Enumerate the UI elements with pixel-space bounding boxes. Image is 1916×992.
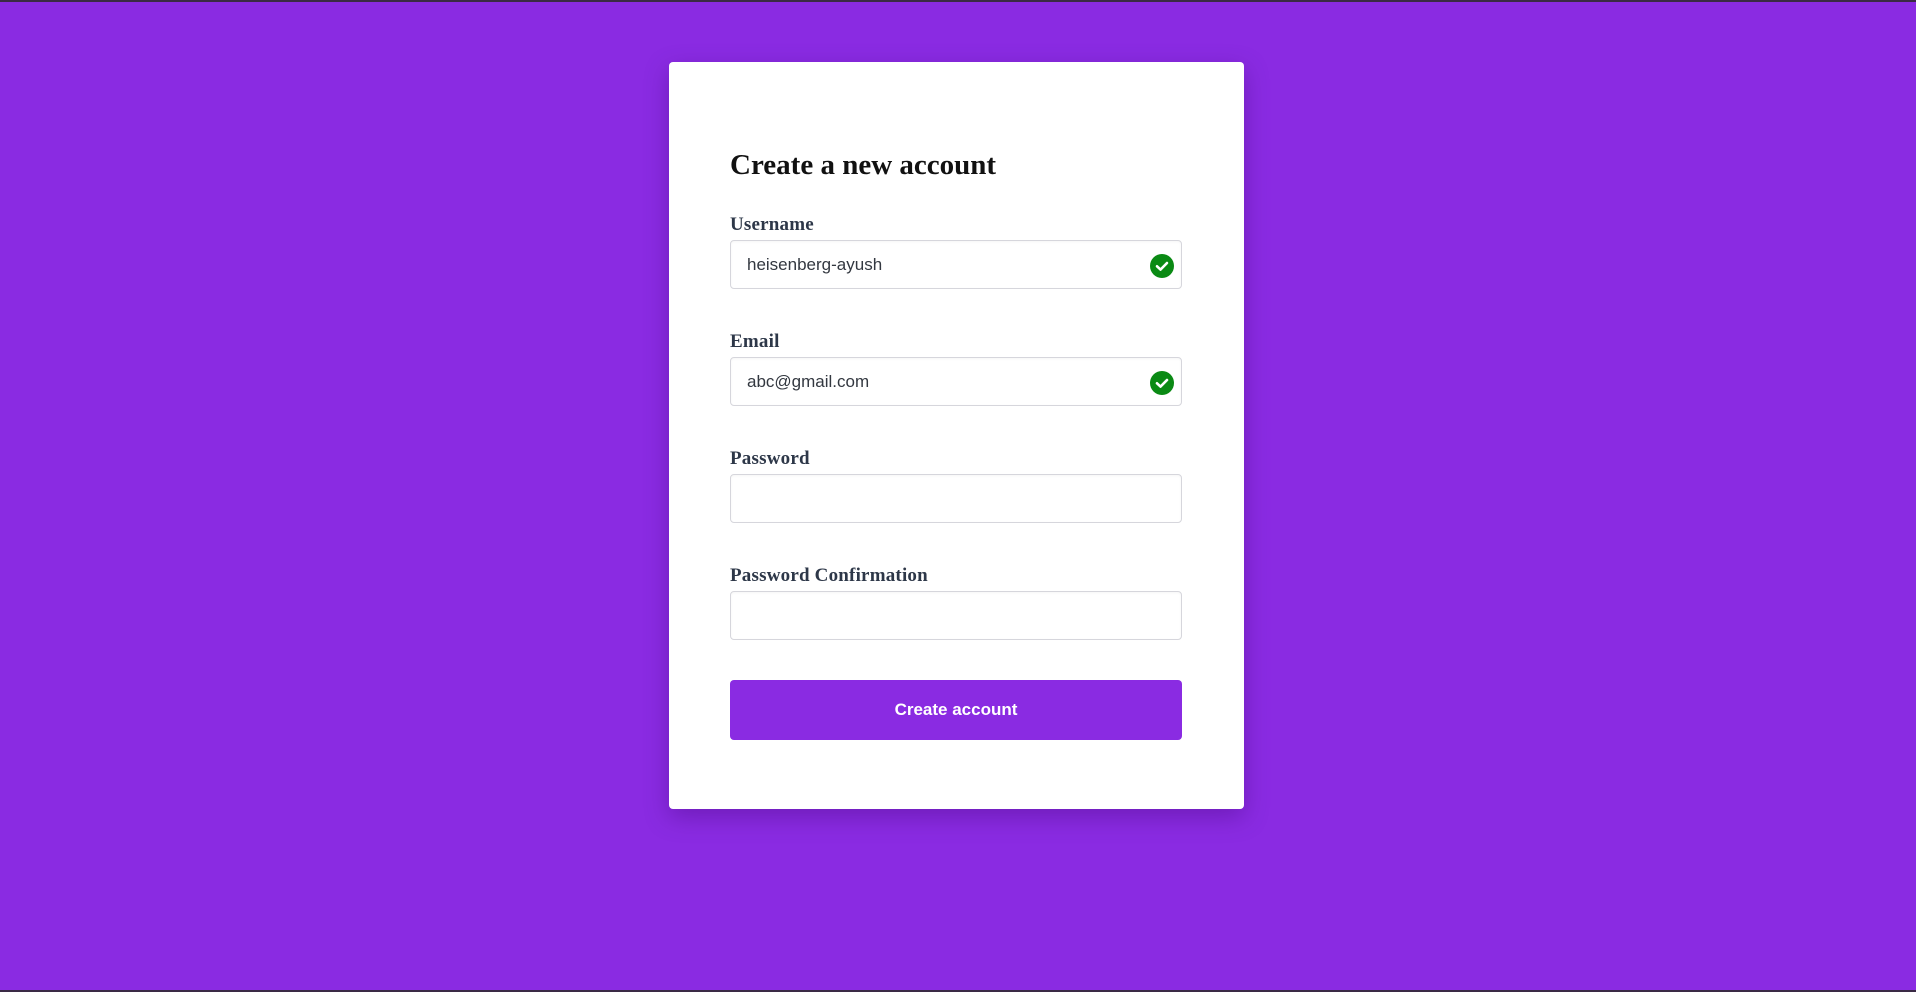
password-confirmation-label: Password Confirmation bbox=[730, 565, 928, 586]
password-input[interactable] bbox=[730, 474, 1182, 523]
email-input-wrapper bbox=[730, 357, 1182, 406]
username-input[interactable] bbox=[730, 240, 1182, 289]
username-field-group: Username bbox=[730, 214, 1183, 289]
password-field-group: Password bbox=[730, 448, 1183, 523]
check-circle-icon bbox=[1150, 371, 1174, 395]
password-confirmation-input[interactable] bbox=[730, 591, 1182, 640]
email-field-group: Email bbox=[730, 331, 1183, 406]
username-label: Username bbox=[730, 214, 814, 235]
username-input-wrapper bbox=[730, 240, 1182, 289]
password-confirmation-input-wrapper bbox=[730, 591, 1182, 640]
create-account-button[interactable]: Create account bbox=[730, 680, 1182, 740]
window-top-border bbox=[0, 0, 1916, 2]
signup-card: Create a new account Username Email Pass… bbox=[669, 62, 1244, 809]
check-circle-icon bbox=[1150, 254, 1174, 278]
password-input-wrapper bbox=[730, 474, 1182, 523]
password-label: Password bbox=[730, 448, 810, 469]
email-input[interactable] bbox=[730, 357, 1182, 406]
password-confirmation-field-group: Password Confirmation bbox=[730, 565, 1183, 640]
form-title: Create a new account bbox=[730, 149, 997, 181]
email-label: Email bbox=[730, 331, 780, 352]
